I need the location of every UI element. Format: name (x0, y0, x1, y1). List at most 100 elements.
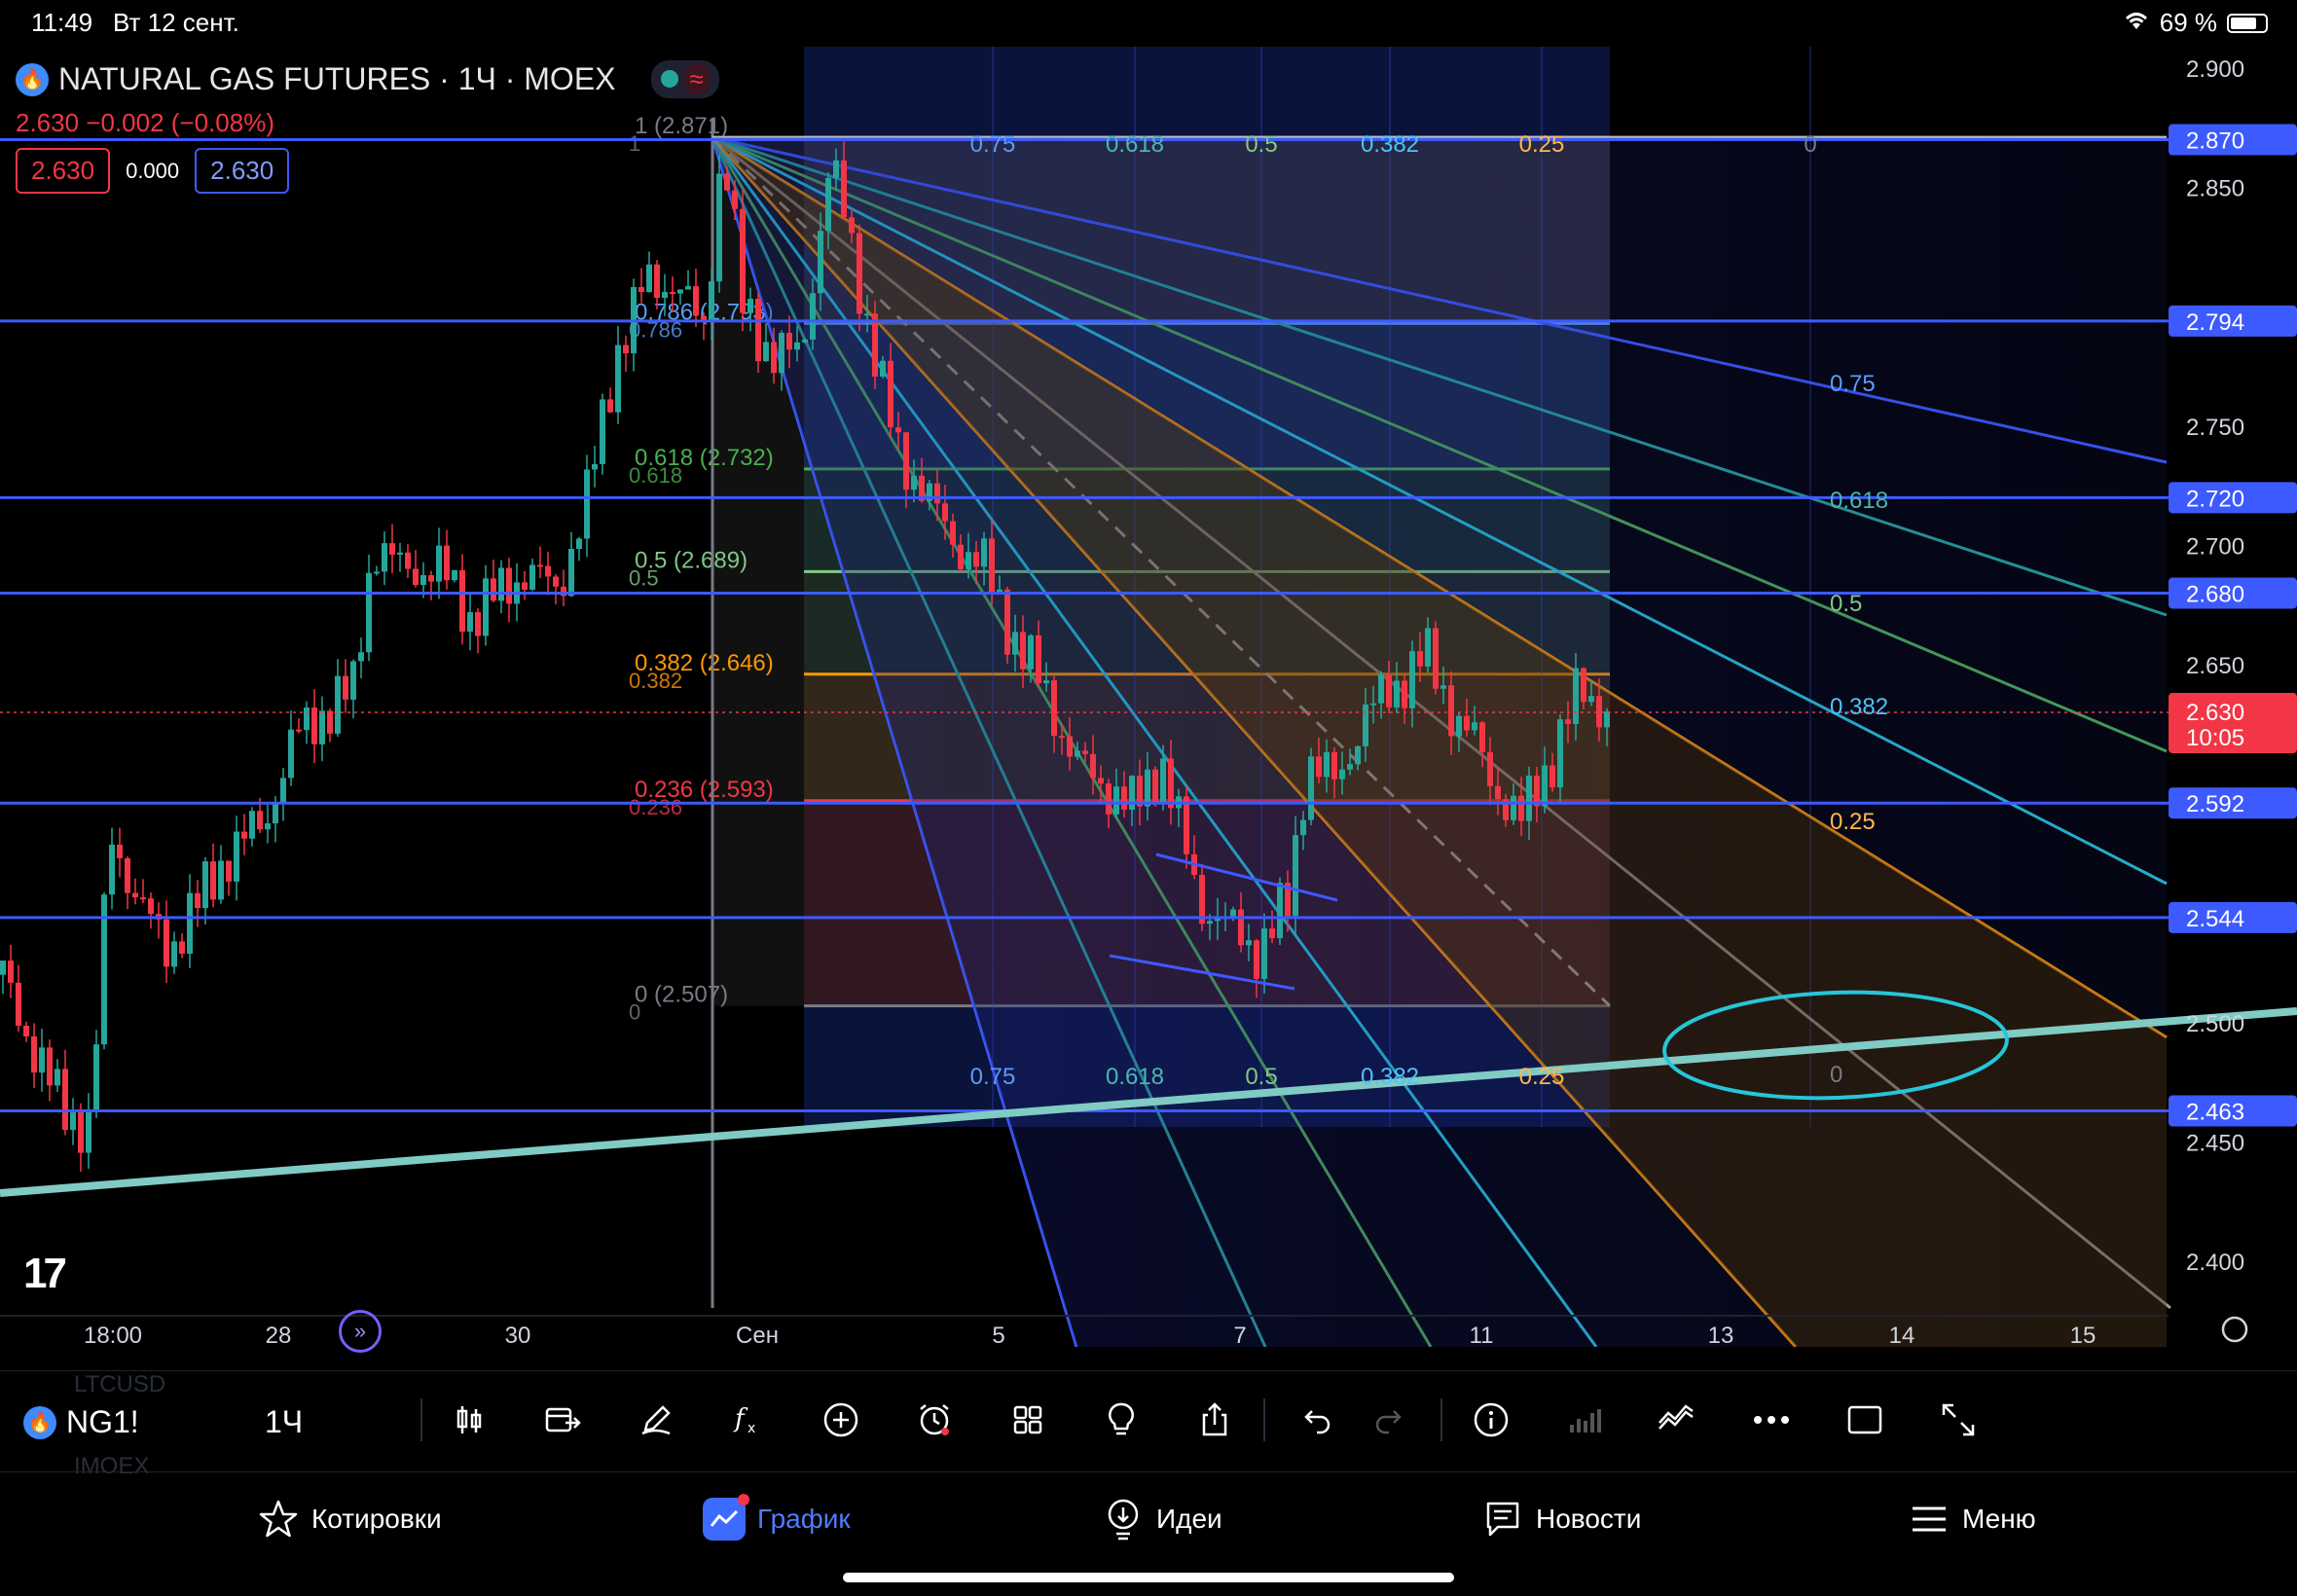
candles-icon[interactable] (446, 1396, 492, 1443)
candle-body (366, 572, 372, 653)
sell-price-button[interactable]: 2.630 (16, 148, 111, 194)
candle-body (327, 710, 333, 734)
candle-body (1542, 765, 1548, 807)
indicator-toggles[interactable]: ≈ (650, 60, 719, 98)
pencil-icon[interactable] (633, 1396, 679, 1443)
nav-menu[interactable]: Меню (1908, 1498, 2036, 1541)
chart-legend: 🔥 NATURAL GAS FUTURES · 1Ч · MOEX ≈ 2.63… (16, 60, 719, 194)
candle-body (981, 538, 987, 567)
wave-icon[interactable]: ≈ (683, 64, 710, 94)
add-icon[interactable] (818, 1396, 864, 1443)
fan-label-top: 0.25 (1519, 131, 1565, 158)
redo-icon[interactable] (1367, 1396, 1413, 1443)
time-tick: 30 (505, 1323, 531, 1347)
candle-body (841, 160, 847, 218)
candle-body (1230, 909, 1236, 917)
candle-body (374, 571, 380, 574)
candle-body (506, 567, 512, 604)
candle-body (607, 399, 613, 413)
candle-body (1300, 819, 1306, 836)
candle-body (724, 173, 730, 191)
candle-body (280, 778, 286, 805)
candle-body (1479, 722, 1485, 753)
volume-chart-icon[interactable] (1561, 1396, 1608, 1443)
undo-icon[interactable] (1293, 1396, 1339, 1443)
candle-body (1511, 795, 1516, 820)
go-to-realtime-button[interactable]: » (339, 1310, 382, 1353)
candle-body (210, 861, 216, 900)
nav-quotes[interactable]: Котировки (257, 1498, 442, 1541)
indicators-icon[interactable]: fx (724, 1396, 771, 1443)
candle-body (257, 811, 263, 830)
candle-body (319, 710, 325, 744)
fib-ratio-label: 0.618 (629, 463, 682, 488)
candle-body (1308, 756, 1314, 820)
candle-body (740, 208, 746, 313)
nav-chart[interactable]: График (703, 1494, 851, 1541)
candle-body (638, 286, 644, 293)
ghost-symbol-top: LTCUSD (74, 1371, 166, 1397)
candle-body (600, 399, 605, 464)
candle-body (576, 538, 582, 550)
divider (420, 1398, 422, 1441)
candle-body (1487, 752, 1493, 786)
candle-body (265, 823, 271, 830)
candle-body (202, 861, 208, 909)
time-tick: 7 (1233, 1323, 1246, 1347)
info-icon[interactable] (1468, 1396, 1514, 1443)
candle-body (1090, 753, 1096, 779)
price-tick: 2.450 (2186, 1130, 2244, 1156)
candle-body (23, 1025, 29, 1036)
time-tick: 15 (2070, 1323, 2096, 1347)
chart-canvas[interactable]: 1 (2.871)10.786 (2.793)0.7860.618 (2.732… (0, 43, 2297, 1347)
candle-body (1534, 776, 1540, 807)
alert-icon[interactable] (911, 1396, 958, 1443)
candle-body (1113, 786, 1119, 815)
candle-body (296, 729, 302, 732)
market-status-icon[interactable] (660, 70, 678, 88)
interval-selector[interactable]: 1Ч (265, 1404, 303, 1440)
layout-grid-icon[interactable] (1004, 1396, 1051, 1443)
candle-body (989, 538, 995, 593)
nav-ideas[interactable]: Идеи (1102, 1498, 1222, 1541)
lightbulb-icon[interactable] (1098, 1396, 1145, 1443)
compare-icon[interactable] (539, 1396, 586, 1443)
candle-body (903, 432, 909, 490)
spread-value: 0.000 (126, 158, 180, 183)
candle-body (779, 333, 784, 374)
bottom-navigation: Котировки График Идеи Новости Меню (0, 1471, 2297, 1578)
lightbulb-icon (1102, 1498, 1145, 1541)
chart-area[interactable]: 1 (2.871) 1 0.786 (2.793) 0.786 0.618 (2.732… (0, 43, 2297, 1353)
candle-body (958, 544, 964, 569)
symbol-title[interactable]: NATURAL GAS FUTURES · 1Ч · MOEX (58, 61, 616, 97)
replay-icon[interactable] (1653, 1396, 1699, 1443)
candle-body (646, 264, 652, 293)
home-indicator[interactable] (843, 1573, 1454, 1582)
price-badge-label: 2.463 (2186, 1100, 2244, 1126)
fan-label-right: 0.5 (1830, 591, 1862, 617)
symbol-selector[interactable]: 🔥 NG1! (23, 1404, 139, 1440)
price-badge-label: 2.680 (2186, 581, 2244, 607)
candle-body (1440, 685, 1446, 689)
nav-news[interactable]: Новости (1481, 1498, 1641, 1541)
fullscreen-icon[interactable] (1935, 1396, 1982, 1443)
more-icon[interactable] (1748, 1396, 1795, 1443)
candle-body (1082, 750, 1088, 754)
share-icon[interactable] (1191, 1396, 1238, 1443)
nav-menu-label: Меню (1962, 1504, 2036, 1534)
candle-body (1036, 635, 1041, 684)
candle-body (70, 1109, 76, 1131)
price-tick: 2.650 (2186, 653, 2244, 679)
candle-body (241, 831, 247, 839)
rectangle-icon[interactable] (1841, 1396, 1888, 1443)
candle-body (249, 811, 255, 839)
fib-ratio-label: 0.5 (629, 565, 659, 590)
status-date: Вт 12 сент. (113, 8, 239, 37)
candle-body (125, 857, 130, 893)
candle-body (670, 292, 675, 295)
buy-price-button[interactable]: 2.630 (195, 148, 290, 194)
fan-label-right: 0.618 (1830, 488, 1888, 514)
candle-body (685, 286, 691, 290)
fan-label-bottom: 0.25 (1519, 1064, 1565, 1090)
candle-body (1098, 778, 1104, 784)
